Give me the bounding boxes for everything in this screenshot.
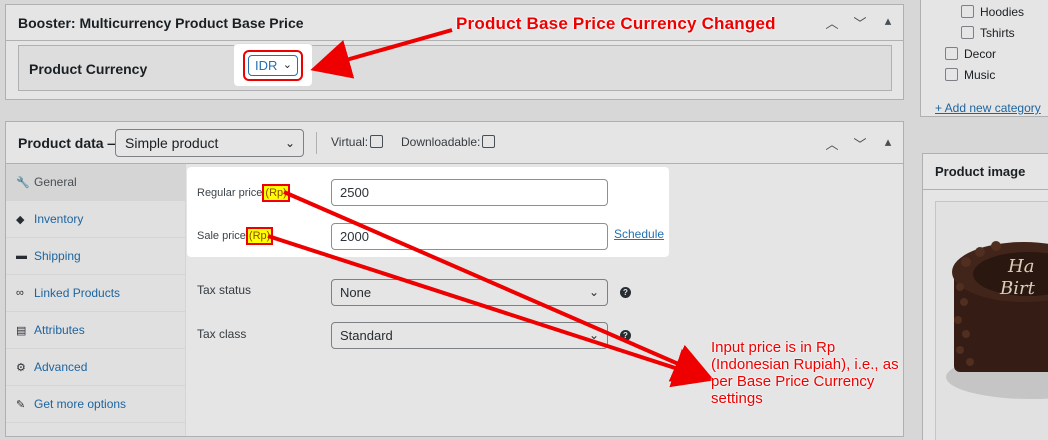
tab-inventory[interactable]: ◆ Inventory: [6, 201, 185, 238]
regular-price-label-text: Regular price: [197, 187, 263, 199]
product-categories-metabox: Hoodies Tshirts Decor Music + Add new ca…: [920, 0, 1048, 117]
regular-price-value: 2500: [340, 185, 369, 200]
tab-label: Inventory: [34, 212, 84, 226]
product-currency-select[interactable]: IDR ⌄: [248, 55, 298, 76]
link-icon: ∞: [16, 287, 24, 299]
product-image-header: Product image: [923, 154, 1048, 190]
product-type-select[interactable]: Simple product ⌄: [115, 129, 304, 157]
collapse-toggle-icon[interactable]: ▴: [879, 13, 897, 32]
tab-label: General: [34, 175, 77, 189]
category-checkbox[interactable]: [945, 47, 958, 60]
tab-label: Get more options: [34, 397, 127, 411]
downloadable-label-text: Downloadable:: [401, 135, 481, 149]
sale-price-value: 2000: [340, 229, 369, 244]
annotation-note: Input price is in Rp (Indonesian Rupiah)…: [711, 339, 899, 407]
metabox-controls: ︿ ﹀ ▴: [823, 13, 897, 32]
regular-price-input[interactable]: 2500: [331, 179, 608, 206]
product-image-title: Product image: [935, 164, 1026, 179]
add-new-category-link[interactable]: + Add new category: [935, 101, 1041, 115]
category-item[interactable]: Tshirts: [961, 26, 1015, 40]
truck-icon: ▬: [16, 250, 27, 262]
category-label: Hoodies: [980, 5, 1025, 19]
annotation-title: Product Base Price Currency Changed: [456, 14, 776, 33]
tax-class-label: Tax class: [197, 327, 247, 341]
tax-class-select[interactable]: Standard ⌄: [331, 322, 608, 349]
tab-label: Linked Products: [34, 286, 121, 300]
schedule-link[interactable]: Schedule: [614, 227, 664, 241]
product-data-tabs: 🔧 General ◆ Inventory ▬ Shipping ∞ Linke…: [6, 164, 186, 436]
category-label: Music: [964, 68, 996, 82]
sale-price-currency-badge: (Rp): [245, 227, 274, 245]
collapse-toggle-icon[interactable]: ▴: [879, 134, 897, 153]
regular-price-label: Regular price (Rp): [197, 184, 290, 202]
category-checkbox[interactable]: [961, 5, 974, 18]
product-currency-label: Product Currency: [29, 61, 148, 77]
sale-price-input[interactable]: 2000: [331, 223, 608, 250]
product-currency-row: Product Currency: [18, 45, 892, 91]
chevron-down-icon: ⌄: [588, 328, 599, 342]
sale-price-label: Sale price (Rp): [197, 227, 274, 245]
category-item[interactable]: Decor: [945, 47, 996, 61]
product-data-header: Product data — Simple product ⌄ Virtual:…: [6, 122, 903, 164]
gear-icon: ⚙: [16, 361, 26, 374]
tab-label: Attributes: [34, 323, 85, 337]
tab-general[interactable]: 🔧 General: [6, 164, 185, 201]
tab-label: Shipping: [34, 249, 81, 263]
header-divider: [316, 132, 317, 154]
plugin-icon: ✎: [16, 398, 26, 411]
cake-image: Ha Birt: [936, 202, 1048, 440]
category-item[interactable]: Music: [945, 68, 995, 82]
tab-label: Advanced: [34, 360, 88, 374]
tax-status-value: None: [340, 285, 372, 300]
currency-highlight-ring: IDR ⌄: [243, 50, 303, 81]
move-down-icon[interactable]: ﹀: [851, 134, 869, 153]
chevron-down-icon: ⌄: [282, 59, 292, 71]
product-currency-value: IDR: [255, 58, 278, 73]
tab-linked-products[interactable]: ∞ Linked Products: [6, 275, 185, 312]
help-icon[interactable]: ?: [620, 330, 631, 341]
tab-get-more-options[interactable]: ✎ Get more options: [6, 386, 185, 423]
chevron-down-icon: ⌄: [588, 285, 599, 299]
downloadable-checkbox-label[interactable]: Downloadable:: [401, 135, 496, 149]
cake-writing: Birt: [999, 278, 1036, 299]
product-image-thumbnail[interactable]: Ha Birt: [935, 201, 1048, 440]
cake-writing: Ha: [1007, 256, 1034, 277]
category-item[interactable]: Hoodies: [961, 5, 1024, 19]
virtual-checkbox[interactable]: [370, 135, 384, 148]
virtual-label-text: Virtual:: [331, 135, 369, 149]
tag-icon: ◆: [16, 213, 25, 226]
move-up-icon[interactable]: ︿: [823, 13, 841, 32]
help-icon[interactable]: ?: [620, 287, 631, 298]
product-data-title: Product data —: [18, 134, 122, 151]
category-checkbox[interactable]: [961, 26, 974, 39]
product-type-value: Simple product: [125, 135, 219, 151]
move-down-icon[interactable]: ﹀: [851, 13, 869, 32]
sale-price-label-text: Sale price: [197, 230, 246, 242]
regular-price-currency-badge: (Rp): [262, 184, 290, 202]
tax-status-select[interactable]: None ⌄: [331, 279, 608, 306]
category-checkbox[interactable]: [945, 68, 958, 81]
virtual-checkbox-label[interactable]: Virtual:: [331, 135, 384, 149]
downloadable-checkbox[interactable]: [482, 135, 496, 148]
product-image-metabox: Product image Ha Birt: [922, 153, 1048, 440]
category-label: Tshirts: [980, 26, 1015, 40]
move-up-icon[interactable]: ︿: [823, 134, 841, 153]
chevron-down-icon: ⌄: [284, 136, 295, 150]
category-label: Decor: [964, 47, 997, 61]
booster-metabox-title: Booster: Multicurrency Product Base Pric…: [18, 14, 304, 31]
metabox-controls: ︿ ﹀ ▴: [823, 134, 897, 153]
wrench-icon: 🔧: [16, 176, 30, 189]
tax-status-label: Tax status: [197, 283, 252, 297]
tab-advanced[interactable]: ⚙ Advanced: [6, 349, 185, 386]
tax-class-value: Standard: [340, 328, 393, 343]
tab-shipping[interactable]: ▬ Shipping: [6, 238, 185, 275]
tab-attributes[interactable]: ▤ Attributes: [6, 312, 185, 349]
list-icon: ▤: [16, 324, 27, 337]
price-fields-highlight: Regular price (Rp) 2500 Sale price (Rp) 20…: [187, 167, 669, 257]
currency-highlight: IDR ⌄: [234, 44, 312, 86]
